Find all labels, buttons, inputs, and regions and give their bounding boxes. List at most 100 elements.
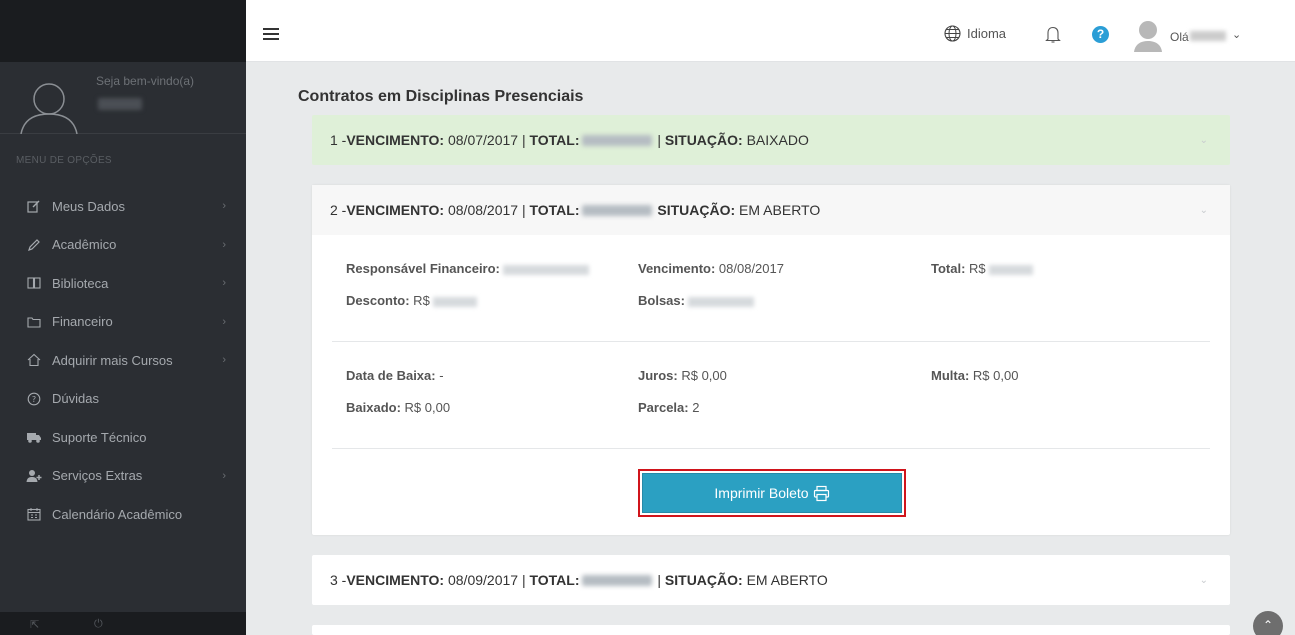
expand-icon[interactable]: ⇱: [30, 618, 39, 631]
language-label: Idioma: [967, 26, 1007, 41]
home-icon: [26, 352, 42, 368]
language-selector[interactable]: Idioma: [944, 25, 1006, 42]
contract-4-panel[interactable]: [312, 625, 1230, 635]
contract-number: 2 -: [330, 202, 347, 218]
situacao-label: SITUAÇÃO:: [657, 202, 736, 218]
hamburger-menu-icon[interactable]: [263, 28, 279, 40]
parcela-field: Parcela: 2: [638, 400, 699, 415]
page-title: Contratos em Disciplinas Presenciais: [298, 88, 584, 105]
sidebar-item-adquirir-cursos[interactable]: Adquirir mais Cursos ›: [0, 341, 246, 380]
chevron-down-icon[interactable]: ⌄: [1200, 135, 1208, 146]
contract-1-header[interactable]: 1 - VENCIMENTO: 08/07/2017 | TOTAL: | SI…: [312, 115, 1230, 165]
chevron-right-icon: ›: [222, 238, 226, 251]
globe-icon: [944, 25, 961, 42]
data-baixa-value: -: [435, 368, 444, 383]
chevron-right-icon: ›: [222, 277, 226, 289]
header-username: [1190, 31, 1226, 41]
desconto-field: Desconto: R$: [346, 293, 477, 308]
vencimento-label: VENCIMENTO:: [346, 202, 445, 218]
situacao-label: SITUAÇÃO:: [664, 572, 743, 588]
data-baixa-label: Data de Baixa:: [346, 368, 436, 383]
divider: [332, 341, 1210, 342]
multa-label: Multa:: [931, 368, 970, 383]
divider: [332, 448, 1210, 449]
vencimento-value: 08/08/2017 |: [444, 202, 530, 218]
sidebar-item-academico[interactable]: Acadêmico ›: [0, 226, 246, 265]
total-label: TOTAL:: [529, 202, 580, 218]
sidebar-item-label: Serviços Extras: [52, 468, 143, 484]
print-boleto-button[interactable]: Imprimir Boleto: [642, 473, 902, 513]
total-label: TOTAL:: [529, 572, 580, 588]
parcela-label: Parcela:: [638, 400, 689, 415]
menu-title: MENU DE OPÇÕES: [16, 155, 112, 166]
greeting-text: Olá: [1170, 30, 1189, 44]
responsavel-label: Responsável Financeiro:: [346, 261, 500, 276]
vencimento-field: Vencimento: 08/08/2017: [638, 261, 784, 276]
chevron-right-icon: ›: [222, 200, 226, 212]
sidebar-item-label: Adquirir mais Cursos: [52, 352, 173, 368]
total-value-redacted: [581, 574, 652, 586]
contract-number: 1 -: [330, 132, 347, 148]
top-bar: Idioma ? Olá ⌄: [246, 0, 1295, 62]
situacao-value: BAIXADO: [742, 132, 809, 148]
avatar[interactable]: [1133, 20, 1163, 52]
sidebar-item-label: Suporte Técnico: [52, 429, 147, 445]
baixado-field: Baixado: R$ 0,00: [346, 400, 450, 415]
bell-icon[interactable]: [1045, 25, 1061, 44]
vencimento-detail-label: Vencimento:: [638, 261, 716, 276]
sidebar-username: [98, 98, 142, 110]
sidebar-item-servicos-extras[interactable]: Serviços Extras ›: [0, 457, 246, 496]
vencimento-detail-value: 08/08/2017: [715, 261, 784, 276]
sidebar-footer: ⇱ ⏻: [0, 612, 246, 635]
separator: |: [653, 572, 665, 588]
edit-icon: [26, 198, 42, 214]
total-field: Total: R$: [931, 261, 1033, 276]
sidebar-item-biblioteca[interactable]: Biblioteca ›: [0, 264, 246, 303]
data-baixa-field: Data de Baixa: -: [346, 368, 444, 383]
chevron-right-icon: ›: [222, 354, 226, 366]
total-label: TOTAL:: [529, 132, 580, 148]
chevron-down-icon[interactable]: ⌄: [1200, 205, 1208, 216]
user-plus-icon: [26, 468, 42, 484]
calendar-icon: [26, 506, 42, 522]
sidebar-menu: Meus Dados › Acadêmico › Biblioteca › Fi…: [0, 187, 246, 534]
sidebar-item-calendario[interactable]: Calendário Acadêmico: [0, 495, 246, 534]
book-icon: [26, 275, 42, 291]
juros-label: Juros:: [638, 368, 678, 383]
sidebar-item-financeiro[interactable]: Financeiro ›: [0, 303, 246, 342]
sidebar-item-label: Calendário Acadêmico: [52, 506, 183, 522]
situacao-label: SITUAÇÃO:: [664, 132, 743, 148]
total-detail-prefix: R$: [965, 261, 986, 276]
bolsas-field: Bolsas:: [638, 293, 754, 308]
situacao-value: EM ABERTO: [742, 572, 828, 588]
scroll-to-top-button[interactable]: ⌃: [1253, 611, 1283, 635]
total-value-redacted: [581, 204, 652, 216]
folder-icon: [26, 314, 42, 330]
desconto-value-redacted: [432, 296, 477, 307]
help-icon[interactable]: ?: [1092, 26, 1109, 43]
contract-2-header[interactable]: 2 - VENCIMENTO: 08/08/2017 | TOTAL: SITU…: [312, 185, 1230, 235]
desconto-label: Desconto:: [346, 293, 410, 308]
ambulance-icon: [26, 429, 42, 445]
sidebar-item-label: Dúvidas: [52, 391, 99, 407]
contract-3-header[interactable]: 3 - VENCIMENTO: 08/09/2017 | TOTAL: | SI…: [312, 555, 1230, 605]
juros-field: Juros: R$ 0,00: [638, 368, 727, 383]
bolsas-value-redacted: [687, 296, 754, 307]
vencimento-label: VENCIMENTO:: [346, 572, 445, 588]
print-button-label: Imprimir Boleto: [714, 485, 809, 501]
print-button-highlight: Imprimir Boleto: [638, 469, 906, 517]
pencil-icon: [26, 237, 42, 253]
printer-icon: [813, 485, 829, 501]
power-icon[interactable]: ⏻: [94, 618, 103, 631]
chevron-right-icon: ›: [222, 315, 226, 328]
sidebar-item-label: Biblioteca: [52, 275, 109, 291]
chevron-down-icon[interactable]: ⌄: [1232, 28, 1241, 41]
sidebar-item-suporte-tecnico[interactable]: Suporte Técnico: [0, 418, 246, 457]
sidebar-item-meus-dados[interactable]: Meus Dados ›: [0, 187, 246, 226]
sidebar-item-duvidas[interactable]: ? Dúvidas: [0, 380, 246, 419]
desconto-prefix: R$: [409, 293, 430, 308]
baixado-label: Baixado:: [346, 400, 401, 415]
total-detail-label: Total:: [931, 261, 966, 276]
chevron-down-icon[interactable]: ⌄: [1200, 575, 1208, 586]
responsavel-value-redacted: [502, 264, 589, 275]
